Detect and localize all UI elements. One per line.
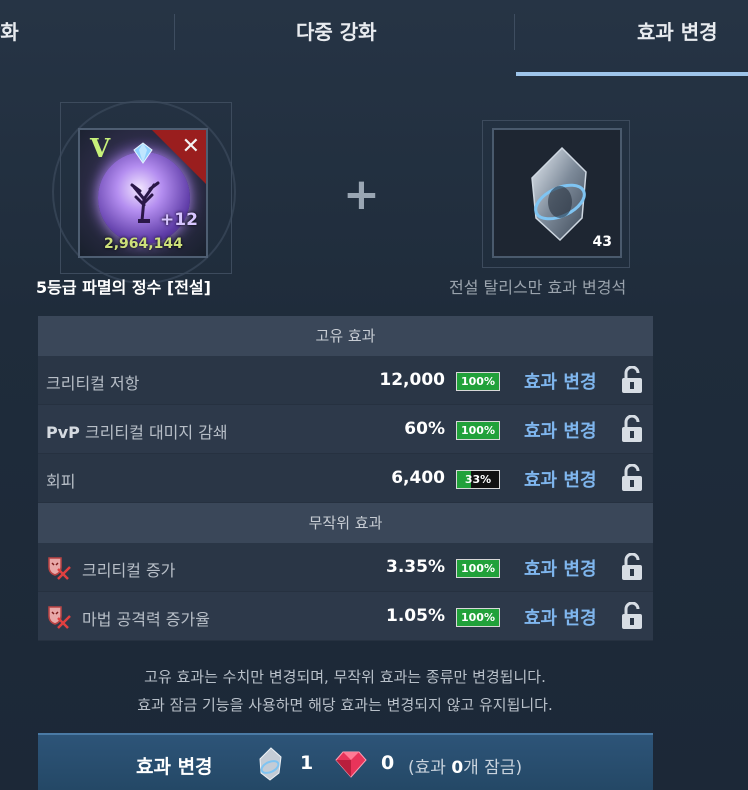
effect-value: 3.35% [386,557,445,577]
effect-name-text: 크리티컬 대미지 감쇄 [79,423,228,442]
effect-row: 크리티컬 저항 12,000 100% 효과 변경 [38,356,653,405]
effect-name: 회피 [46,472,76,491]
crossed-swords-icon: ✕ [181,134,200,159]
effect-value: 6,400 [391,468,445,488]
red-gem-icon [335,751,367,778]
material-name: 전설 탈리스만 효과 변경석 [449,278,627,297]
effect-name: PvP 크리티컬 대미지 감쇄 [46,419,228,443]
notice-line: 효과 잠금 기능을 사용하면 해당 효과는 변경되지 않고 유지됩니다. [137,696,553,714]
tab-enhance[interactable]: 강화 [0,16,19,45]
effect-value: 60% [404,419,445,439]
talisman-item-slot[interactable]: V ✕ +12 2,964,144 [78,128,208,258]
percent-label: 33% [464,473,492,486]
effect-change-confirm-button[interactable]: 효과 변경 1 0 (효과 0개 잠금) [38,733,653,790]
effect-row: 회피 6,400 33% 효과 변경 [38,454,653,503]
effect-percent-badge: 33% [456,470,500,489]
unlocked-lock-icon[interactable] [621,366,643,394]
effect-row: PvP 크리티컬 대미지 감쇄 60% 100% 효과 변경 [38,405,653,454]
percent-label: 100% [461,424,495,437]
effect-change-button[interactable]: 효과 변경 [524,417,597,443]
percent-label: 100% [461,562,495,575]
plus-icon: + [343,169,380,220]
magic-mask-sword-icon [48,606,71,629]
lock-info-suffix: 개 잠금) [463,758,523,778]
grade-mark: V [90,134,111,164]
effect-change-button[interactable]: 효과 변경 [524,368,597,394]
change-stone-icon [531,146,587,242]
active-tab-underline [516,72,748,76]
unlocked-lock-icon[interactable] [621,602,643,630]
unlocked-lock-icon[interactable] [621,464,643,492]
tab-effect-change[interactable]: 효과 변경 [637,16,718,45]
effect-percent-badge: 100% [456,608,500,627]
material-slot[interactable]: 43 [492,128,622,258]
pvp-prefix: PvP [46,423,80,442]
tab-divider [174,14,175,50]
percent-label: 100% [461,375,495,388]
effect-value: 12,000 [379,370,445,390]
lock-count-info: (효과 0개 잠금) [408,753,522,778]
crit-mask-sword-icon [48,557,71,580]
item-level: +12 [160,210,198,230]
tab-multi-enhance[interactable]: 다중 강화 [296,16,377,45]
effect-percent-badge: 100% [456,372,500,391]
effect-row: 크리티컬 증가 3.35% 100% 효과 변경 [38,543,653,592]
effect-percent-badge: 100% [456,559,500,578]
change-stone-icon [259,747,282,781]
item-power: 2,964,144 [104,236,183,252]
random-effect-header: 무작위 효과 [38,503,653,543]
effect-change-button[interactable]: 효과 변경 [524,555,597,581]
effect-change-button[interactable]: 효과 변경 [524,604,597,630]
effect-name: 크리티컬 증가 [82,561,176,580]
effects-panel: 고유 효과 크리티컬 저항 12,000 100% 효과 변경 PvP 크리티컬… [38,316,653,641]
unlocked-lock-icon[interactable] [621,415,643,443]
effect-change-button[interactable]: 효과 변경 [524,466,597,492]
gem-cost: 0 [381,752,395,774]
effect-percent-badge: 100% [456,421,500,440]
tab-bar: 강화 다중 강화 효과 변경 [0,0,748,70]
effect-name: 마법 공격력 증가율 [82,610,210,629]
tab-divider [514,14,515,50]
confirm-button-label: 효과 변경 [136,756,213,778]
lock-info-prefix: (효과 [408,758,452,778]
effect-name: 크리티컬 저항 [46,374,140,393]
material-count: 43 [592,234,612,250]
socket-gem-icon [133,142,153,164]
item-name: 5등급 파멸의 정수 [전설] [36,278,211,297]
percent-label: 100% [461,611,495,624]
stone-cost: 1 [300,752,314,774]
unlocked-lock-icon[interactable] [621,553,643,581]
effect-value: 1.05% [386,606,445,626]
unique-effect-header: 고유 효과 [38,316,653,356]
lock-count: 0 [451,758,464,778]
notice-line: 고유 효과는 수치만 변경되며, 무작위 효과는 종류만 변경됩니다. [144,668,546,686]
effect-row: 마법 공격력 증가율 1.05% 100% 효과 변경 [38,592,653,641]
